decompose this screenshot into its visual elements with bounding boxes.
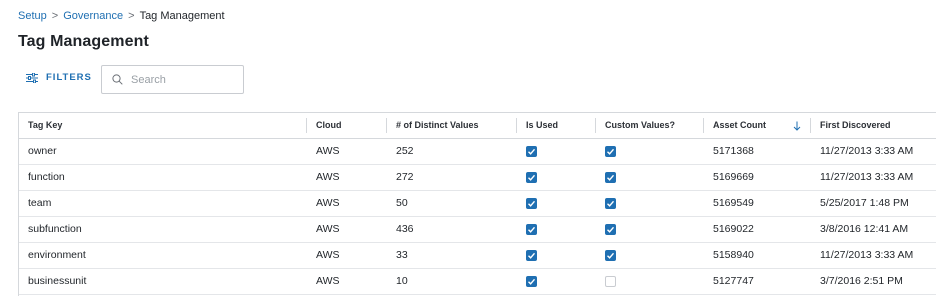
cell-asset-count: 5127747	[713, 275, 754, 287]
cell-first-discovered: 11/27/2013 3:33 AM	[820, 249, 914, 261]
cell-tag-key: businessunit	[28, 275, 87, 287]
is-used-checkbox[interactable]	[526, 145, 537, 157]
cell-distinct-values: 272	[396, 171, 414, 183]
cell-tag-key: environment	[28, 249, 86, 261]
sort-descending-icon[interactable]	[793, 121, 801, 131]
cell-is-used	[517, 164, 596, 190]
cell-custom-values	[596, 164, 704, 190]
cell-asset-count: 5169669	[713, 171, 754, 183]
cell-cloud: AWS	[316, 249, 340, 261]
cell-tag-key: subfunction	[28, 223, 82, 235]
table-row[interactable]: owner AWS 252 5171368 11/27/2013 3:33 AM	[19, 138, 936, 164]
table-row[interactable]: function AWS 272 5169669 11/27/2013 3:33 AM	[19, 164, 936, 190]
table-row[interactable]: businessunit AWS 10 5127747 3/7/2016 2:51 PM	[19, 268, 936, 294]
breadcrumb-setup[interactable]: Setup	[18, 10, 47, 22]
cell-is-used	[517, 138, 596, 164]
cell-asset-count: 5169022	[713, 223, 754, 235]
filter-sliders-icon	[26, 72, 38, 83]
cell-custom-values	[596, 268, 704, 294]
cell-asset-count: 5158940	[713, 249, 754, 261]
cell-is-used	[517, 190, 596, 216]
table-row[interactable]: environment AWS 33 5158940 11/27/2013 3:33 A…	[19, 242, 936, 268]
cell-distinct-values: 252	[396, 145, 414, 157]
cell-first-discovered: 3/7/2016 2:51 PM	[820, 275, 903, 287]
column-header-is-used[interactable]: Is Used	[517, 113, 596, 139]
cell-custom-values	[596, 242, 704, 268]
cell-first-discovered: 5/25/2017 1:48 PM	[820, 197, 909, 209]
is-used-checkbox[interactable]	[526, 197, 537, 209]
cell-custom-values	[596, 138, 704, 164]
custom-values-checkbox[interactable]	[605, 145, 616, 157]
column-header-tag-key[interactable]: Tag Key	[19, 113, 307, 139]
custom-values-checkbox[interactable]	[605, 249, 616, 261]
table-body: owner AWS 252 5171368 11/27/2013 3:33 AM func…	[19, 138, 936, 294]
cell-distinct-values: 436	[396, 223, 414, 235]
custom-values-checkbox[interactable]	[605, 223, 616, 235]
filters-label: FILTERS	[46, 72, 92, 83]
cell-distinct-values: 10	[396, 275, 408, 287]
tags-table: Tag Key Cloud # of Distinct Values Is Us…	[19, 113, 936, 295]
column-header-asset-count[interactable]: Asset Count	[704, 113, 811, 139]
table-header-row: Tag Key Cloud # of Distinct Values Is Us…	[19, 113, 936, 139]
custom-values-checkbox[interactable]	[605, 197, 616, 209]
cell-custom-values	[596, 190, 704, 216]
cell-cloud: AWS	[316, 145, 340, 157]
cell-cloud: AWS	[316, 223, 340, 235]
is-used-checkbox[interactable]	[526, 249, 537, 261]
tag-management-page: Setup > Governance > Tag Management Tag …	[0, 0, 936, 296]
cell-distinct-values: 50	[396, 197, 408, 209]
cell-tag-key: function	[28, 171, 65, 183]
breadcrumb-governance[interactable]: Governance	[63, 10, 123, 22]
column-header-cloud[interactable]: Cloud	[307, 113, 387, 139]
column-header-custom-values[interactable]: Custom Values?	[596, 113, 704, 139]
cell-asset-count: 5171368	[713, 145, 754, 157]
breadcrumb-current: Tag Management	[139, 10, 225, 22]
cell-tag-key: team	[28, 197, 52, 209]
search-icon	[112, 74, 123, 85]
cell-cloud: AWS	[316, 275, 340, 287]
custom-values-checkbox[interactable]	[605, 275, 616, 287]
tags-table-container: Tag Key Cloud # of Distinct Values Is Us…	[18, 112, 936, 296]
filters-button[interactable]: FILTERS	[26, 72, 92, 83]
is-used-checkbox[interactable]	[526, 171, 537, 183]
cell-distinct-values: 33	[396, 249, 408, 261]
cell-is-used	[517, 242, 596, 268]
cell-first-discovered: 3/8/2016 12:41 AM	[820, 223, 909, 235]
is-used-checkbox[interactable]	[526, 223, 537, 235]
table-row[interactable]: subfunction AWS 436 5169022 3/8/2016 12:41 A…	[19, 216, 936, 242]
search-box[interactable]	[101, 65, 244, 94]
page-title: Tag Management	[18, 33, 149, 50]
cell-asset-count: 5169549	[713, 197, 754, 209]
cell-is-used	[517, 268, 596, 294]
cell-first-discovered: 11/27/2013 3:33 AM	[820, 171, 914, 183]
search-input[interactable]	[131, 73, 231, 86]
cell-cloud: AWS	[316, 197, 340, 209]
column-header-distinct-values[interactable]: # of Distinct Values	[387, 113, 517, 139]
breadcrumb-separator: >	[51, 10, 59, 22]
is-used-checkbox[interactable]	[526, 275, 537, 287]
column-header-first-discovered[interactable]: First Discovered	[811, 113, 936, 139]
cell-custom-values	[596, 216, 704, 242]
cell-first-discovered: 11/27/2013 3:33 AM	[820, 145, 914, 157]
table-row[interactable]: team AWS 50 5169549 5/25/2017 1:48 PM	[19, 190, 936, 216]
cell-tag-key: owner	[28, 145, 57, 157]
custom-values-checkbox[interactable]	[605, 171, 616, 183]
breadcrumb-separator: >	[128, 10, 135, 22]
breadcrumb: Setup > Governance > Tag Management	[18, 10, 225, 22]
cell-is-used	[517, 216, 596, 242]
cell-cloud: AWS	[316, 171, 340, 183]
